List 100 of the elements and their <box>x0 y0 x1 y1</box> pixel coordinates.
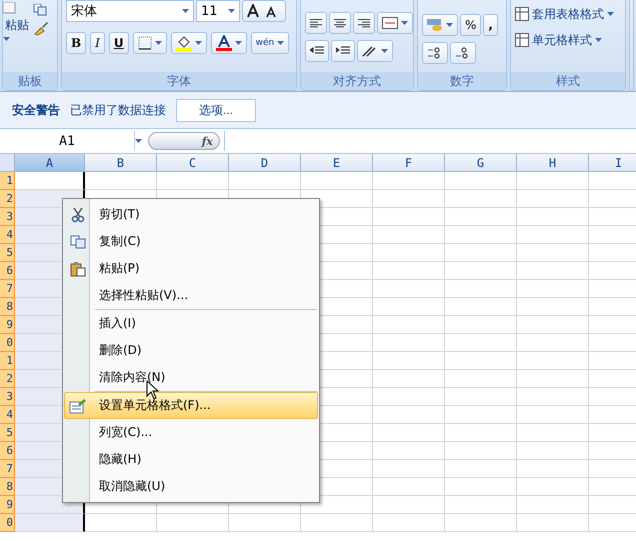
decrease-decimal-button[interactable] <box>450 42 476 64</box>
format-painter-icon[interactable] <box>33 20 49 36</box>
row-header[interactable]: 8 <box>0 298 15 316</box>
paint-bucket-icon <box>176 35 192 51</box>
currency-button[interactable] <box>422 14 458 36</box>
row-header[interactable]: 4 <box>0 226 15 244</box>
percent-button[interactable]: % <box>460 14 482 36</box>
grid-cell[interactable] <box>15 172 85 190</box>
decrease-indent-button[interactable] <box>305 40 329 62</box>
insert-function-button[interactable]: fx <box>148 132 220 150</box>
menu-item[interactable]: 取消隐藏(U) <box>64 473 318 500</box>
row-header[interactable]: 0 <box>0 334 15 352</box>
font-color-icon <box>216 35 232 51</box>
fill-color-button[interactable] <box>170 32 207 54</box>
menu-item[interactable]: 设置单元格格式(F)... <box>64 392 318 419</box>
caret-icon[interactable] <box>277 41 284 45</box>
border-button[interactable] <box>132 32 167 54</box>
column-header[interactable]: B <box>85 154 157 172</box>
caret-icon[interactable] <box>234 41 242 45</box>
row-header[interactable]: 6 <box>0 442 15 460</box>
group-label: 对齐方式 <box>333 72 381 90</box>
security-warning-title: 安全警告 <box>12 102 60 118</box>
increase-indent-button[interactable] <box>331 40 355 62</box>
column-header[interactable]: E <box>301 154 373 172</box>
style-button[interactable]: 单元格样式 <box>515 30 621 50</box>
align-center-button[interactable] <box>329 12 351 34</box>
menu-item[interactable]: 隐藏(H) <box>64 446 318 473</box>
align-right-button[interactable] <box>353 12 375 34</box>
grow-font-button[interactable] <box>242 0 286 22</box>
font-color-button[interactable] <box>210 32 247 54</box>
font-name-field[interactable]: 宋体 <box>66 0 194 22</box>
caret-icon[interactable] <box>401 21 408 25</box>
coins-icon <box>427 18 443 32</box>
menu-item[interactable]: 复制(C) <box>64 228 318 255</box>
row-header[interactable]: 2 <box>0 190 15 208</box>
row-header[interactable]: 8 <box>0 478 15 496</box>
italic-button[interactable]: I <box>90 32 105 54</box>
increase-decimal-button[interactable] <box>422 42 448 64</box>
align-left-button[interactable] <box>305 12 327 34</box>
menu-item[interactable]: 粘贴(P) <box>64 255 318 282</box>
row-header[interactable]: 7 <box>0 280 15 298</box>
merge-cells-icon <box>382 17 398 29</box>
row-header[interactable]: 1 <box>0 172 15 190</box>
merge-button[interactable] <box>377 12 413 34</box>
paste-label[interactable]: 粘贴 <box>5 17 29 34</box>
caret-icon[interactable] <box>228 9 235 13</box>
underline-button[interactable]: U <box>108 32 129 54</box>
align-center-icon <box>334 18 346 28</box>
caret-icon[interactable] <box>182 9 189 13</box>
caret-icon[interactable] <box>595 38 602 42</box>
grid-cell[interactable] <box>15 514 85 532</box>
orientation-button[interactable] <box>357 40 393 62</box>
phonetic-button[interactable]: wén <box>250 32 290 54</box>
bold-button[interactable]: B <box>66 32 86 54</box>
caret-icon[interactable] <box>3 37 10 41</box>
row-header[interactable]: 7 <box>0 460 15 478</box>
name-box[interactable]: A1 <box>0 131 135 151</box>
row-header[interactable]: 5 <box>0 244 15 262</box>
row-header[interactable]: 1 <box>0 352 15 370</box>
column-header[interactable]: C <box>157 154 229 172</box>
row-header[interactable]: 6 <box>0 262 15 280</box>
border-icon <box>138 36 152 50</box>
caret-icon[interactable] <box>381 49 388 53</box>
column-header[interactable]: I <box>589 154 636 172</box>
comma-button[interactable]: , <box>483 14 498 36</box>
caret-icon[interactable] <box>446 23 453 27</box>
row-header[interactable]: 3 <box>0 208 15 226</box>
menu-item[interactable]: 剪切(T) <box>64 201 318 228</box>
menu-item[interactable]: 清除内容(N) <box>64 364 318 391</box>
column-header[interactable]: D <box>229 154 301 172</box>
copy-icon <box>70 234 86 248</box>
column-header[interactable]: A <box>15 154 85 172</box>
options-button[interactable]: 选项... <box>176 98 256 122</box>
copy-icon[interactable] <box>33 4 47 16</box>
align-left-icon <box>310 18 322 28</box>
column-header[interactable]: H <box>517 154 589 172</box>
style-button[interactable]: 套用表格格式 <box>515 4 621 24</box>
row-header[interactable]: 2 <box>0 370 15 388</box>
row-header[interactable]: 3 <box>0 388 15 406</box>
column-header[interactable]: F <box>373 154 445 172</box>
font-size-field[interactable]: 11 <box>196 0 240 22</box>
menu-item[interactable]: 列宽(C)... <box>64 419 318 446</box>
column-header[interactable]: G <box>445 154 517 172</box>
caret-icon[interactable] <box>135 139 142 143</box>
caret-icon[interactable] <box>607 12 614 16</box>
group-label: 贴板 <box>18 72 42 90</box>
menu-item[interactable]: 删除(D) <box>64 337 318 364</box>
select-all-corner[interactable] <box>0 154 15 172</box>
row-header[interactable]: 9 <box>0 496 15 514</box>
row-header[interactable]: 4 <box>0 406 15 424</box>
group-label: 样式 <box>556 72 580 90</box>
align-right-icon <box>358 18 370 28</box>
menu-item[interactable]: 选择性粘贴(V)... <box>64 282 318 309</box>
slanted-text-icon <box>362 45 378 57</box>
row-header[interactable]: 0 <box>0 514 15 532</box>
row-header[interactable]: 9 <box>0 316 15 334</box>
menu-item[interactable]: 插入(I) <box>64 310 318 337</box>
caret-icon[interactable] <box>194 41 202 45</box>
caret-icon[interactable] <box>154 41 162 45</box>
row-header[interactable]: 5 <box>0 424 15 442</box>
